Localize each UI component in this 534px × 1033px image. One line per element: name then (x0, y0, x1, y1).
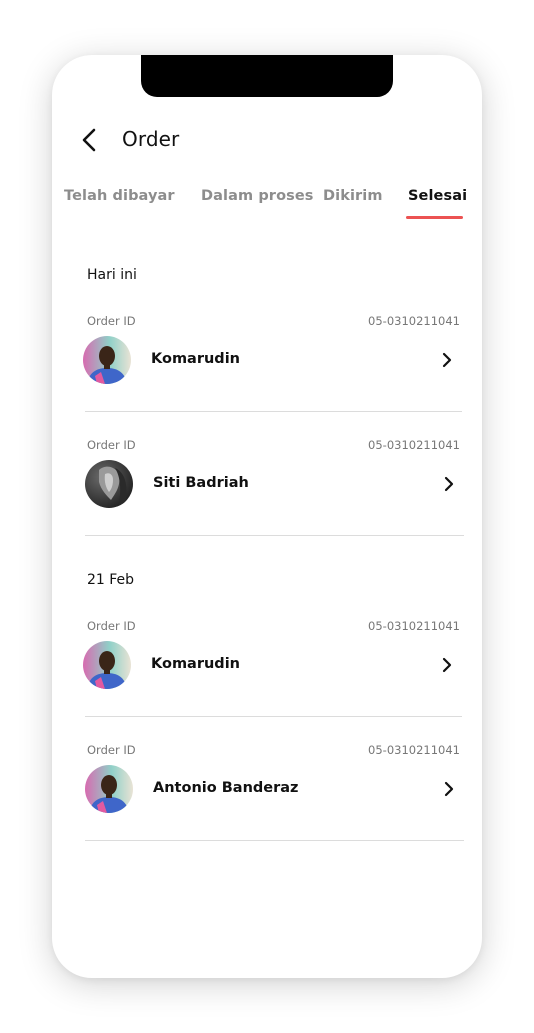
section-title-hari-ini: Hari ini (87, 267, 137, 283)
order-id-label: Order ID (87, 619, 136, 633)
chevron-right-icon (444, 476, 454, 492)
device-notch (141, 55, 393, 97)
order-id-value: 05-0310211041 (368, 438, 460, 452)
tab-telah-dibayar[interactable]: Telah dibayar (64, 188, 175, 204)
order-item[interactable]: Order ID 05-0310211041 Komarudin (83, 619, 462, 743)
order-item[interactable]: Order ID 05-0310211041 Antonio Banderaz (85, 743, 464, 867)
chevron-right-icon (444, 781, 454, 797)
order-id-label: Order ID (87, 743, 136, 757)
chevron-right-icon (442, 657, 452, 673)
tab-dalam-proses[interactable]: Dalam proses (201, 188, 314, 204)
avatar (85, 765, 133, 813)
row-divider (85, 411, 462, 412)
customer-name: Komarudin (151, 351, 240, 367)
tab-dikirim[interactable]: Dikirim (323, 188, 383, 204)
tab-selesai[interactable]: Selesai (408, 188, 467, 204)
order-item[interactable]: Order ID 05-0310211041 Komarudin (83, 314, 462, 438)
order-id-value: 05-0310211041 (368, 619, 460, 633)
order-id-label: Order ID (87, 438, 136, 452)
customer-name: Siti Badriah (153, 475, 249, 491)
row-divider (85, 840, 464, 841)
page-title: Order (122, 127, 180, 151)
order-id-value: 05-0310211041 (368, 314, 460, 328)
section-title-21-feb: 21 Feb (87, 572, 135, 588)
order-id-value: 05-0310211041 (368, 743, 460, 757)
customer-name: Antonio Banderaz (153, 780, 299, 796)
avatar (83, 336, 131, 384)
order-id-label: Order ID (87, 314, 136, 328)
row-divider (85, 716, 462, 717)
chevron-left-icon (82, 128, 96, 152)
avatar (83, 641, 131, 689)
back-button[interactable] (78, 127, 102, 153)
row-divider (85, 535, 464, 536)
order-status-tabs: Telah dibayar Dalam proses Dikirim Seles… (52, 188, 482, 222)
avatar (85, 460, 133, 508)
customer-name: Komarudin (151, 656, 240, 672)
phone-frame: Order Telah dibayar Dalam proses Dikirim… (52, 55, 482, 978)
chevron-right-icon (442, 352, 452, 368)
active-tab-indicator (406, 216, 463, 219)
order-item[interactable]: Order ID 05-0310211041 Siti Badriah (85, 438, 464, 562)
app-header: Order (52, 115, 482, 165)
